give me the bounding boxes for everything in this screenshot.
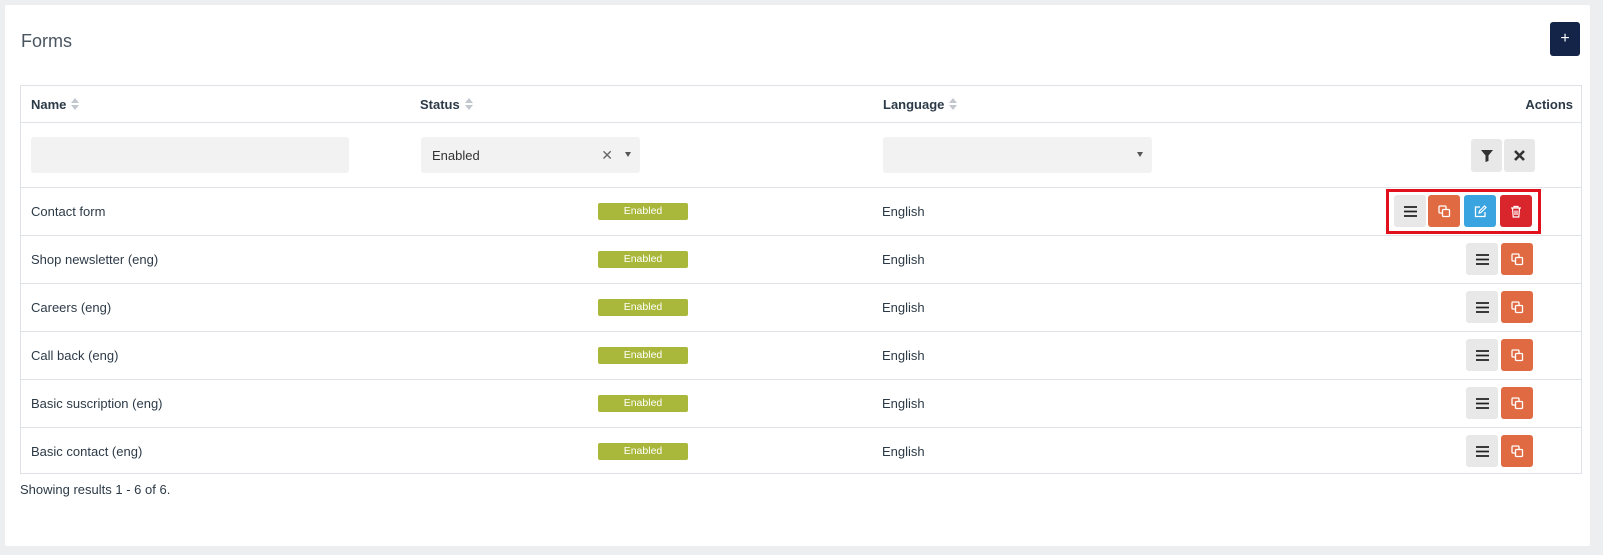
column-header-actions-label: Actions (1525, 96, 1573, 112)
row-menu-button[interactable] (1394, 195, 1426, 227)
delete-button[interactable] (1500, 195, 1532, 227)
menu-icon (1475, 397, 1489, 409)
status-badge: Enabled (598, 203, 688, 220)
table-row: Basic suscription (eng) Enabled English (21, 380, 1581, 428)
row-name[interactable]: Call back (eng) (31, 332, 118, 379)
close-icon (1514, 150, 1525, 161)
duplicate-button[interactable] (1501, 339, 1533, 371)
forms-panel: Forms + Name Status Language Actions Ena… (5, 5, 1590, 546)
table-row: Basic contact (eng) Enabled English (21, 428, 1581, 474)
row-language: English (882, 300, 925, 315)
filter-row: Enabled ✕ (21, 123, 1581, 188)
menu-icon (1475, 301, 1489, 313)
sort-icon[interactable] (71, 98, 80, 110)
table-row: Contact form Enabled English (21, 188, 1581, 236)
chevron-down-icon (625, 152, 631, 157)
copy-icon (1510, 444, 1523, 457)
row-menu-button[interactable] (1466, 243, 1498, 275)
column-header-actions: Actions (1525, 86, 1573, 122)
copy-icon (1510, 396, 1523, 409)
duplicate-button[interactable] (1501, 291, 1533, 323)
language-filter-select[interactable] (883, 137, 1152, 173)
edit-button[interactable] (1464, 195, 1496, 227)
row-menu-button[interactable] (1466, 387, 1498, 419)
row-language: English (882, 443, 925, 459)
row-menu-button[interactable] (1466, 339, 1498, 371)
status-badge: Enabled (598, 395, 688, 412)
column-header-language[interactable]: Language (883, 86, 958, 122)
page-title: Forms (21, 31, 72, 51)
menu-icon (1475, 445, 1489, 457)
copy-icon (1510, 300, 1523, 313)
menu-icon (1475, 253, 1489, 265)
status-badge: Enabled (598, 347, 688, 364)
forms-table: Name Status Language Actions Enabled ✕ C… (20, 85, 1582, 474)
column-header-name[interactable]: Name (31, 86, 80, 122)
row-language: English (882, 204, 925, 219)
results-summary: Showing results 1 - 6 of 6. (20, 482, 171, 497)
copy-icon (1510, 348, 1523, 361)
row-language: English (882, 396, 925, 411)
row-menu-button[interactable] (1466, 435, 1498, 467)
clear-icon[interactable]: ✕ (601, 147, 613, 164)
table-header-row: Name Status Language Actions (21, 86, 1581, 123)
table-row: Call back (eng) Enabled English (21, 332, 1581, 380)
duplicate-button[interactable] (1501, 435, 1533, 467)
row-name[interactable]: Careers (eng) (31, 284, 111, 331)
row-menu-button[interactable] (1466, 291, 1498, 323)
name-filter-input[interactable] (31, 137, 349, 173)
row-name[interactable]: Basic suscription (eng) (31, 380, 163, 427)
duplicate-button[interactable] (1501, 387, 1533, 419)
table-row: Careers (eng) Enabled English (21, 284, 1581, 332)
status-badge: Enabled (598, 251, 688, 268)
status-filter-value: Enabled (432, 147, 480, 163)
table-row: Shop newsletter (eng) Enabled English (21, 236, 1581, 284)
copy-icon (1510, 252, 1523, 265)
row-language: English (882, 252, 925, 267)
status-badge: Enabled (598, 299, 688, 316)
reset-filter-button[interactable] (1504, 139, 1535, 172)
trash-icon (1511, 205, 1521, 218)
sort-icon[interactable] (464, 98, 473, 110)
add-form-button[interactable]: + (1550, 22, 1580, 56)
menu-icon (1475, 349, 1489, 361)
row-name[interactable]: Contact form (31, 188, 105, 235)
copy-icon (1437, 204, 1450, 217)
column-header-language-label: Language (883, 96, 945, 112)
column-header-status-label: Status (420, 96, 460, 112)
column-header-name-label: Name (31, 96, 67, 112)
chevron-down-icon (1137, 152, 1143, 157)
status-badge: Enabled (598, 443, 688, 460)
column-header-status[interactable]: Status (420, 86, 473, 122)
apply-filter-button[interactable] (1471, 139, 1502, 172)
menu-icon (1403, 205, 1417, 217)
duplicate-button[interactable] (1428, 195, 1460, 227)
status-filter-select[interactable]: Enabled ✕ (421, 137, 640, 173)
filter-icon (1480, 149, 1493, 162)
row-language: English (882, 348, 925, 363)
sort-icon[interactable] (949, 98, 958, 110)
row-name[interactable]: Basic contact (eng) (31, 428, 142, 474)
edit-icon (1474, 204, 1487, 217)
row-name[interactable]: Shop newsletter (eng) (31, 236, 158, 283)
duplicate-button[interactable] (1501, 243, 1533, 275)
